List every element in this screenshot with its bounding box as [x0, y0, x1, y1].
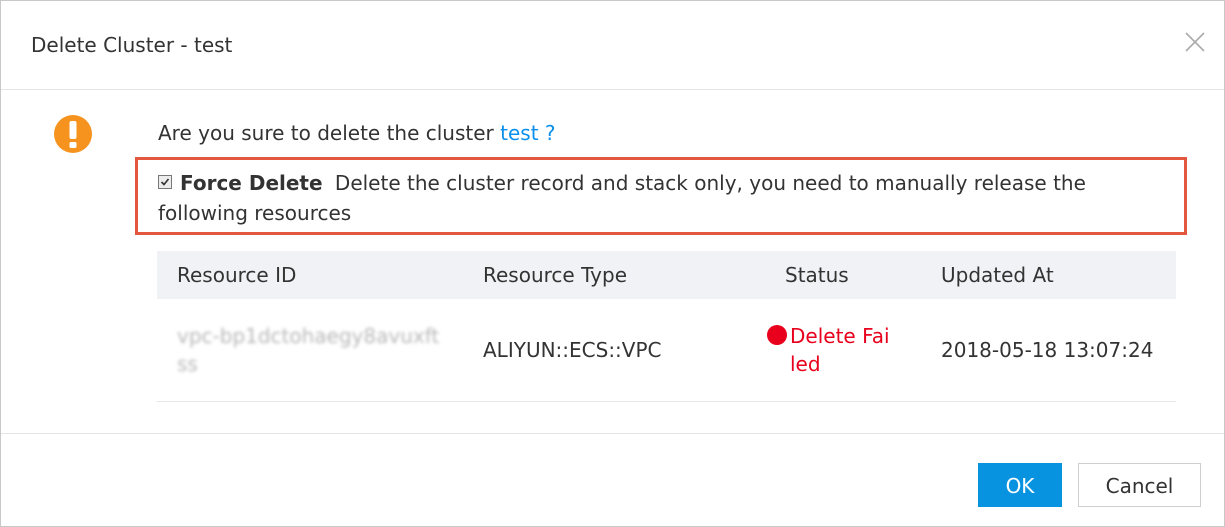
force-delete-option: Force Delete Delete the cluster record a…	[158, 168, 1178, 228]
column-header-resource-id: Resource ID	[157, 251, 463, 299]
cell-resource-type: ALIYUN::ECS::VPC	[463, 299, 765, 402]
status-text: Delete Failed	[790, 324, 890, 376]
column-header-status: Status	[765, 251, 921, 299]
delete-cluster-dialog: Delete Cluster - test Are you sure to de…	[0, 0, 1225, 527]
dialog-title: Delete Cluster - test	[31, 33, 233, 57]
question-text: Are you sure to delete the cluster	[158, 121, 501, 145]
table-header-row: Resource ID Resource Type Status Updated…	[157, 251, 1176, 299]
force-delete-checkbox[interactable]	[158, 175, 172, 189]
close-icon[interactable]	[1182, 29, 1208, 55]
confirm-question: Are you sure to delete the cluster test …	[158, 119, 556, 147]
status-indicator: Delete Failed	[767, 322, 921, 378]
column-header-updated-at: Updated At	[921, 251, 1176, 299]
column-header-resource-type: Resource Type	[463, 251, 765, 299]
updated-at-value: 2018-05-18 13:07:24	[941, 338, 1154, 362]
cell-resource-id: vpc-bp1dctohaegy8avuxftss	[157, 299, 463, 402]
error-dot-icon	[767, 325, 787, 345]
ok-button[interactable]: OK	[978, 463, 1062, 507]
cell-updated-at: 2018-05-18 13:07:24	[921, 299, 1176, 402]
force-delete-label: Force Delete	[180, 171, 323, 195]
table-row: vpc-bp1dctohaegy8avuxftss ALIYUN::ECS::V…	[157, 299, 1176, 402]
warning-icon	[53, 114, 93, 154]
resources-table: Resource ID Resource Type Status Updated…	[157, 251, 1176, 402]
cancel-button[interactable]: Cancel	[1078, 463, 1201, 507]
dialog-footer: OK Cancel	[1, 433, 1224, 527]
cell-status: Delete Failed	[765, 299, 921, 402]
cluster-link[interactable]: test ?	[500, 121, 555, 145]
dialog-header: Delete Cluster - test	[1, 1, 1224, 90]
resource-id-value: vpc-bp1dctohaegy8avuxftss	[177, 324, 440, 376]
